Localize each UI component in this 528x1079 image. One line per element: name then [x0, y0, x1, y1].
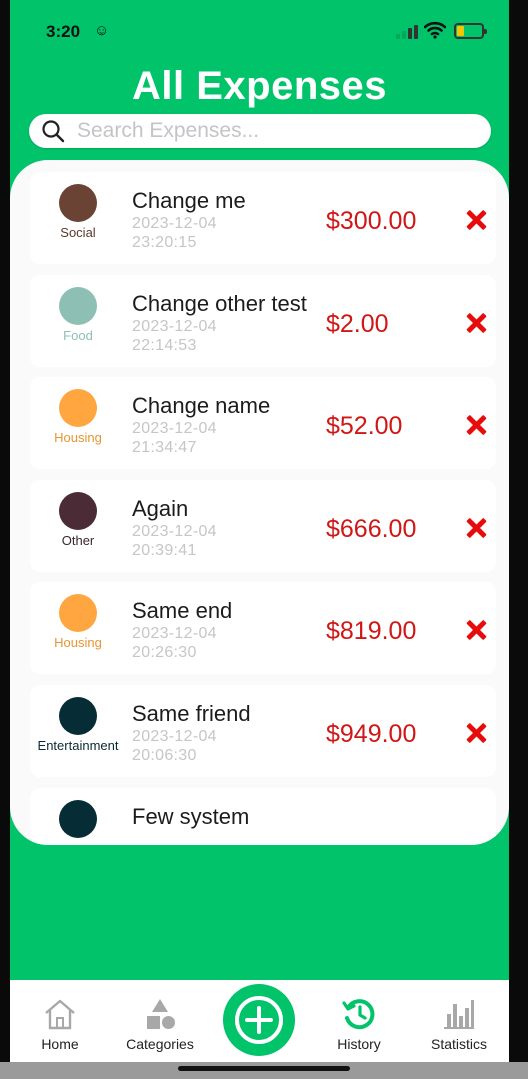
category-color-dot [59, 697, 97, 735]
category-label: Entertainment [37, 738, 119, 753]
search-input[interactable] [77, 117, 477, 145]
history-clock-icon [342, 999, 375, 1030]
expense-amount: $52.00 [326, 412, 403, 441]
expense-name: Few system [132, 803, 250, 829]
status-time: 3:20 [46, 22, 81, 41]
app-screen: 3:20 ☺ All Expenses Social Change me 2023-… [10, 0, 509, 1079]
expense-time: 20:39:41 [132, 541, 197, 559]
expense-card[interactable]: Housing Same end 2023-12-04 20:26:30 $819.00 [30, 582, 496, 675]
expense-date: 2023-12-04 [132, 317, 217, 335]
battery-icon [454, 23, 487, 39]
category-color-dot [59, 491, 97, 530]
category-color-dot [59, 389, 97, 428]
delete-icon[interactable] [465, 414, 487, 436]
expense-amount: $819.00 [326, 617, 417, 646]
expense-card[interactable]: Other Again 2023-12-04 20:39:41 $666.00 [30, 479, 496, 572]
expense-amount: $666.00 [326, 514, 417, 543]
tab-categories-label: Categories [126, 1036, 194, 1052]
expense-date: 2023-12-04 [132, 420, 217, 438]
expense-date: 2023-12-04 [132, 728, 217, 745]
expense-amount: $949.00 [326, 720, 417, 748]
cellular-signal-icon [396, 25, 420, 39]
expense-date: 2023-12-04 [132, 215, 217, 232]
categories-shapes-icon [147, 999, 175, 1029]
page-title: All Expenses [131, 64, 387, 108]
home-indicator[interactable] [178, 1066, 350, 1071]
tab-history-label: History [337, 1036, 381, 1052]
category-color-dot [59, 594, 97, 633]
expense-card[interactable]: Food Change other test 2023-12-04 22:14:53 $… [30, 274, 496, 367]
expense-name: Same end [132, 598, 233, 624]
delete-icon[interactable] [465, 722, 487, 744]
tab-categories[interactable]: Categories [110, 980, 210, 1055]
delete-icon[interactable] [465, 619, 487, 641]
expense-amount: $2.00 [326, 309, 389, 338]
wifi-icon [424, 21, 446, 39]
expense-name: Change me [132, 188, 246, 213]
status-bar: 3:20 ☺ [10, 0, 509, 62]
category-label: Social [60, 225, 96, 240]
category-label: Housing [54, 635, 102, 651]
tab-statistics[interactable]: Statistics [409, 980, 509, 1055]
category-label: Other [61, 532, 95, 548]
category-color-dot [59, 184, 97, 222]
expense-time: 20:26:30 [132, 644, 197, 662]
add-expense-button[interactable] [223, 984, 295, 1056]
expense-card[interactable]: Entertainment Same friend 2023-12-04 20:06:… [30, 685, 496, 777]
expense-time: 23:20:15 [132, 234, 197, 251]
expense-time: 21:34:47 [132, 439, 197, 457]
delete-icon[interactable] [465, 517, 487, 539]
category-label: Housing [54, 430, 102, 446]
expense-time: 22:14:53 [132, 336, 197, 354]
smiley-face-icon: ☺ [94, 22, 110, 39]
home-icon [45, 999, 75, 1030]
delete-icon[interactable] [465, 312, 487, 334]
tab-home-label: Home [41, 1036, 79, 1052]
expense-date: 2023-12-04 [132, 625, 217, 643]
category-color-dot [59, 286, 97, 325]
expense-name: Change name [132, 393, 271, 419]
expense-card[interactable]: Few system [30, 787, 496, 845]
expense-amount: $300.00 [326, 207, 417, 235]
bar-chart-icon [444, 1000, 474, 1029]
frame-right-edge [509, 0, 528, 1079]
expense-name: Again [132, 495, 189, 521]
expense-name: Same friend [132, 701, 251, 726]
category-color-dot [59, 799, 97, 838]
expense-card[interactable]: Social Change me 2023-12-04 23:20:15 $300.00 [30, 172, 496, 264]
expense-date: 2023-12-04 [132, 522, 217, 540]
search-bar[interactable] [29, 114, 491, 148]
battery-level [457, 26, 464, 36]
tab-history[interactable]: History [309, 980, 409, 1055]
delete-icon[interactable] [465, 209, 487, 231]
tab-home[interactable]: Home [10, 980, 110, 1055]
frame-left-edge [0, 0, 10, 1079]
tab-statistics-label: Statistics [430, 1036, 487, 1052]
expense-list[interactable]: Social Change me 2023-12-04 23:20:15 $300.00… [10, 160, 509, 845]
search-icon [42, 120, 65, 143]
expense-time: 20:06:30 [132, 747, 197, 764]
category-label: Food [63, 327, 93, 343]
expense-card[interactable]: Housing Change name 2023-12-04 21:34:47 $52.… [30, 377, 496, 470]
expense-name: Change other test [132, 290, 307, 316]
